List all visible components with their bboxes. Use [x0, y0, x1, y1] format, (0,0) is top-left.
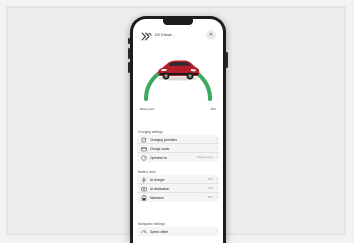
- navigation-settings-card: Speed offset ›: [137, 227, 219, 236]
- phone-device: DS 3 Nova ⌄ ✕ Battery level 80% Charging…: [128, 16, 228, 243]
- chevron-right-icon: ›: [215, 186, 217, 191]
- battery-level-title: Battery level: [138, 170, 156, 174]
- row-label: Optimise for: [150, 155, 168, 160]
- speed-offset-row[interactable]: Speed offset ›: [137, 227, 219, 236]
- close-button[interactable]: ✕: [206, 30, 216, 40]
- card-icon: [141, 146, 147, 151]
- volume-down-button: [128, 62, 130, 73]
- battery-icon: [141, 195, 147, 201]
- battery-level-card: At charger 15% › At destination 15% › Ma…: [137, 175, 219, 202]
- at-charger-row[interactable]: At charger 15% ›: [137, 175, 219, 184]
- row-value: Slightly longer: [196, 155, 213, 159]
- power-button: [226, 52, 228, 68]
- row-label: At destination: [150, 186, 170, 191]
- vehicle-name: DS 3 Nova: [155, 33, 172, 37]
- volume-up-button: [128, 48, 130, 59]
- notch: [163, 19, 193, 25]
- close-icon: ✕: [208, 32, 214, 38]
- row-label: Maximum: [150, 195, 164, 200]
- maximum-row[interactable]: Maximum 80% ›: [137, 193, 219, 202]
- gauge-end-label: 80%: [210, 108, 216, 111]
- row-value: 15%: [207, 177, 213, 181]
- charging-settings-title: Charging settings: [138, 130, 163, 134]
- stage: DS 3 Nova ⌄ ✕ Battery level 80% Charging…: [0, 0, 354, 243]
- chevron-right-icon: ›: [215, 137, 217, 142]
- chevron-right-icon: ›: [215, 229, 217, 234]
- gauge-start-label: Battery level: [140, 108, 155, 111]
- chevron-right-icon: ›: [215, 177, 217, 182]
- charge-cards-row[interactable]: Charge cards ›: [137, 144, 219, 153]
- navigation-settings-title: Navigation settings: [138, 222, 165, 226]
- row-label: Speed offset: [150, 229, 168, 234]
- row-label: At charger: [150, 177, 165, 182]
- at-destination-row[interactable]: At destination 15% ›: [137, 184, 219, 193]
- row-label: Charging providers: [150, 137, 177, 142]
- row-value: 15%: [207, 186, 213, 190]
- charging-providers-row[interactable]: Charging providers ›: [137, 135, 219, 144]
- charging-settings-card: Charging providers › Charge cards › Opti…: [137, 135, 219, 162]
- charger-icon: [142, 176, 146, 183]
- speedometer-icon: [141, 155, 147, 160]
- ds-logo-icon: [141, 32, 152, 41]
- chevron-right-icon: ›: [215, 155, 217, 160]
- vehicle-selector[interactable]: DS 3 Nova ⌄: [155, 33, 175, 37]
- car-image: [158, 60, 200, 81]
- chevron-right-icon: ›: [215, 146, 217, 151]
- phone-screen: DS 3 Nova ⌄ ✕ Battery level 80% Charging…: [133, 19, 223, 243]
- destination-icon: [141, 186, 147, 191]
- chevron-right-icon: ›: [215, 195, 217, 200]
- mute-switch: [128, 38, 130, 44]
- optimise-for-row[interactable]: Optimise for Slightly longer ›: [137, 153, 219, 162]
- plug-icon: [141, 137, 147, 142]
- row-label: Charge cards: [150, 146, 170, 151]
- gauge-icon: [141, 230, 147, 233]
- chevron-down-icon: ⌄: [172, 33, 175, 37]
- row-value: 80%: [207, 195, 213, 199]
